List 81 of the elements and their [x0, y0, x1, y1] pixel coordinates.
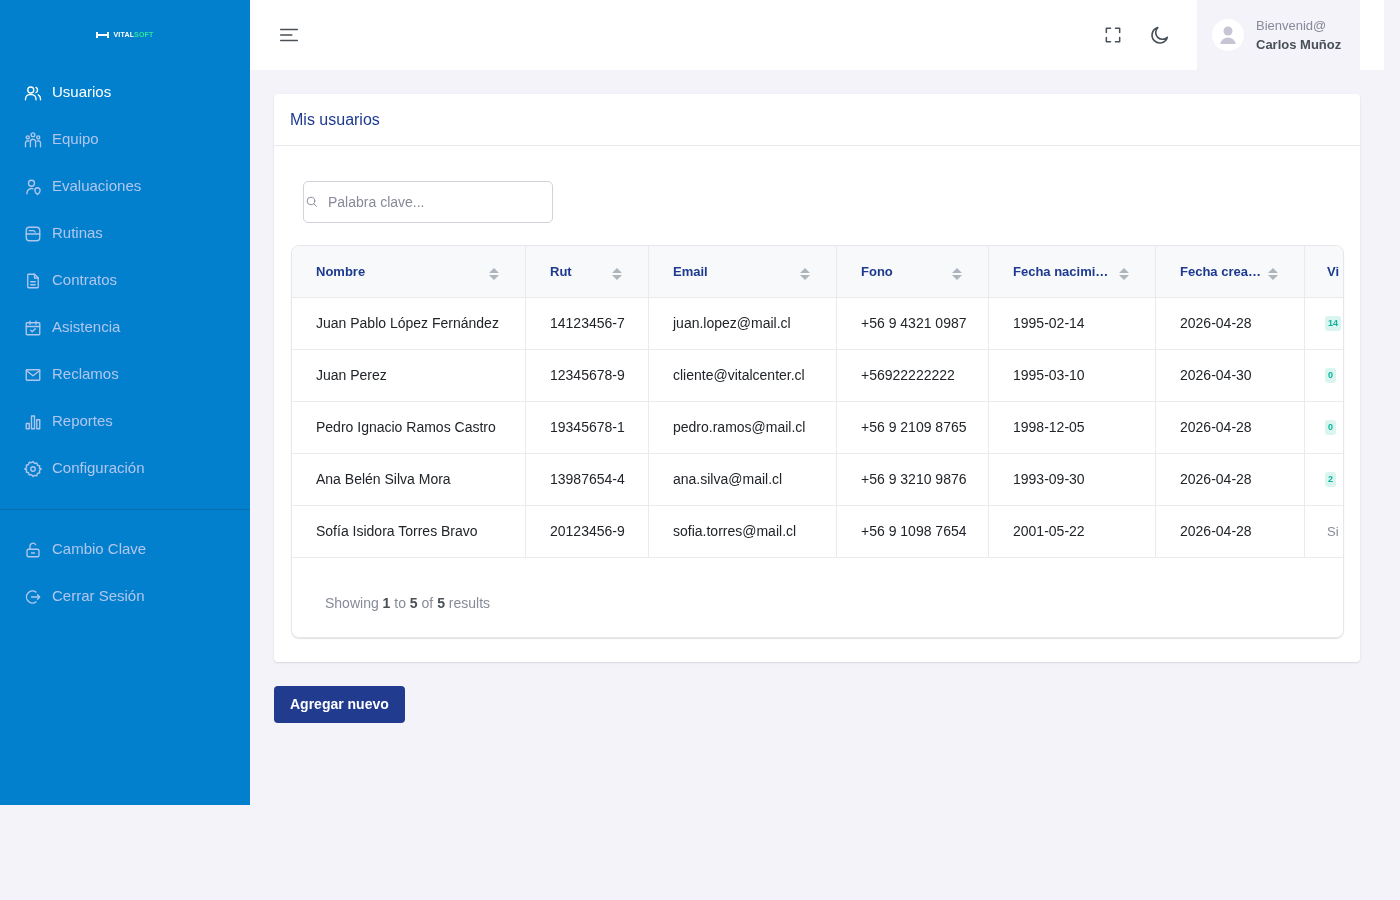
- sidebar-item[interactable]: Configuración: [0, 445, 250, 492]
- settings-icon: [24, 459, 42, 478]
- users-icon: [24, 83, 42, 102]
- fullscreen-icon: [1103, 25, 1123, 45]
- sort-icon: [1119, 266, 1129, 281]
- sort-icon: [612, 266, 622, 281]
- table-cell: ana.silva@mail.cl: [649, 454, 837, 505]
- table-cell-text: Si: [1326, 522, 1340, 541]
- sort-icon: [800, 266, 810, 281]
- greeting-text: Bienvenid@: [1256, 17, 1328, 34]
- lock-icon: [24, 540, 42, 559]
- table-cell: Sofía Isidora Torres Bravo: [292, 506, 526, 557]
- status-badge: 0: [1325, 420, 1336, 435]
- sidebar-item[interactable]: Reclamos: [0, 351, 250, 398]
- column-header[interactable]: Fono: [837, 246, 989, 297]
- sort-icon: [489, 266, 499, 281]
- table-cell: 19345678-1: [526, 402, 649, 453]
- status-badge: 14: [1325, 316, 1341, 331]
- table-cell: sofia.torres@mail.cl: [649, 506, 837, 557]
- sort-icon: [952, 266, 962, 281]
- table-cell: cliente@vitalcenter.cl: [649, 350, 837, 401]
- panel-icon: [24, 224, 42, 243]
- table-cell: 20123456-9: [526, 506, 649, 557]
- table-cell: 1998-12-05: [989, 402, 1156, 453]
- sidebar-item[interactable]: Usuarios: [0, 69, 250, 116]
- document-icon: [24, 271, 42, 290]
- dumbbell-icon: [96, 31, 110, 38]
- table-cell: 2026-04-30: [1156, 350, 1305, 401]
- table-cell: Pedro Ignacio Ramos Castro: [292, 402, 526, 453]
- table-cell: 1993-09-30: [989, 454, 1156, 505]
- table-cell: Juan Pablo López Fernández: [292, 298, 526, 349]
- column-header[interactable]: Email: [649, 246, 837, 297]
- table-cell: 1995-03-10: [989, 350, 1156, 401]
- results-summary: Showing 1 to 5 of 5 results: [325, 594, 491, 613]
- avatar-icon: [1212, 19, 1244, 51]
- column-header[interactable]: Fecha nacimi…: [989, 246, 1156, 297]
- table-cell: 14123456-7: [526, 298, 649, 349]
- sidebar-item[interactable]: Reportes: [0, 398, 250, 445]
- search-field[interactable]: Palabra clave...: [303, 181, 553, 223]
- table-cell: juan.lopez@mail.cl: [649, 298, 837, 349]
- table-cell: +56 9 1098 7654: [837, 506, 989, 557]
- table-cell: 2026-04-28: [1156, 402, 1305, 453]
- group-icon: [24, 130, 42, 149]
- logout-icon: [24, 587, 42, 606]
- table-cell: +56 9 4321 0987: [837, 298, 989, 349]
- table-cell: Juan Perez: [292, 350, 526, 401]
- column-header[interactable]: Fecha crea…: [1156, 246, 1305, 297]
- moon-icon: [1149, 24, 1171, 46]
- user-name: Carlos Muñoz: [1256, 36, 1342, 53]
- table-cell: +56922222222: [837, 350, 989, 401]
- table-cell: 12345678-9: [526, 350, 649, 401]
- sidebar-item[interactable]: Rutinas: [0, 210, 250, 257]
- table-cell: pedro.ramos@mail.cl: [649, 402, 837, 453]
- sidebar-item[interactable]: Cerrar Sesión: [0, 573, 250, 620]
- sort-icon: [1268, 266, 1278, 281]
- calendar-check-icon: [24, 318, 42, 337]
- user-menu[interactable]: Bienvenid@ Carlos Muñoz: [1197, 0, 1360, 70]
- table-cell: 2026-04-28: [1156, 454, 1305, 505]
- bar-chart-icon: [24, 412, 42, 431]
- table-cell: +56 9 2109 8765: [837, 402, 989, 453]
- sidebar-item[interactable]: Contratos: [0, 257, 250, 304]
- user-pin-icon: [24, 177, 42, 196]
- sidebar-item[interactable]: Evaluaciones: [0, 163, 250, 210]
- sidebar-item[interactable]: Cambio Clave: [0, 526, 250, 573]
- table-cell: 2001-05-22: [989, 506, 1156, 557]
- table-cell: +56 9 3210 9876: [837, 454, 989, 505]
- sidebar-item[interactable]: Asistencia: [0, 304, 250, 351]
- table-cell: 13987654-4: [526, 454, 649, 505]
- status-badge: 2: [1325, 472, 1336, 487]
- add-new-button[interactable]: Agregar nuevo: [274, 686, 405, 723]
- column-header: Vi: [1326, 262, 1341, 281]
- table-cell: 2026-04-28: [1156, 506, 1305, 557]
- table-cell: 1995-02-14: [989, 298, 1156, 349]
- card-title: Mis usuarios: [290, 109, 380, 130]
- status-badge: 0: [1325, 368, 1336, 383]
- column-header[interactable]: Nombre: [292, 246, 526, 297]
- column-header[interactable]: Rut: [526, 246, 649, 297]
- table-cell: Ana Belén Silva Mora: [292, 454, 526, 505]
- sidebar-item[interactable]: Equipo: [0, 116, 250, 163]
- table-cell: 2026-04-28: [1156, 298, 1305, 349]
- search-icon: [305, 195, 318, 208]
